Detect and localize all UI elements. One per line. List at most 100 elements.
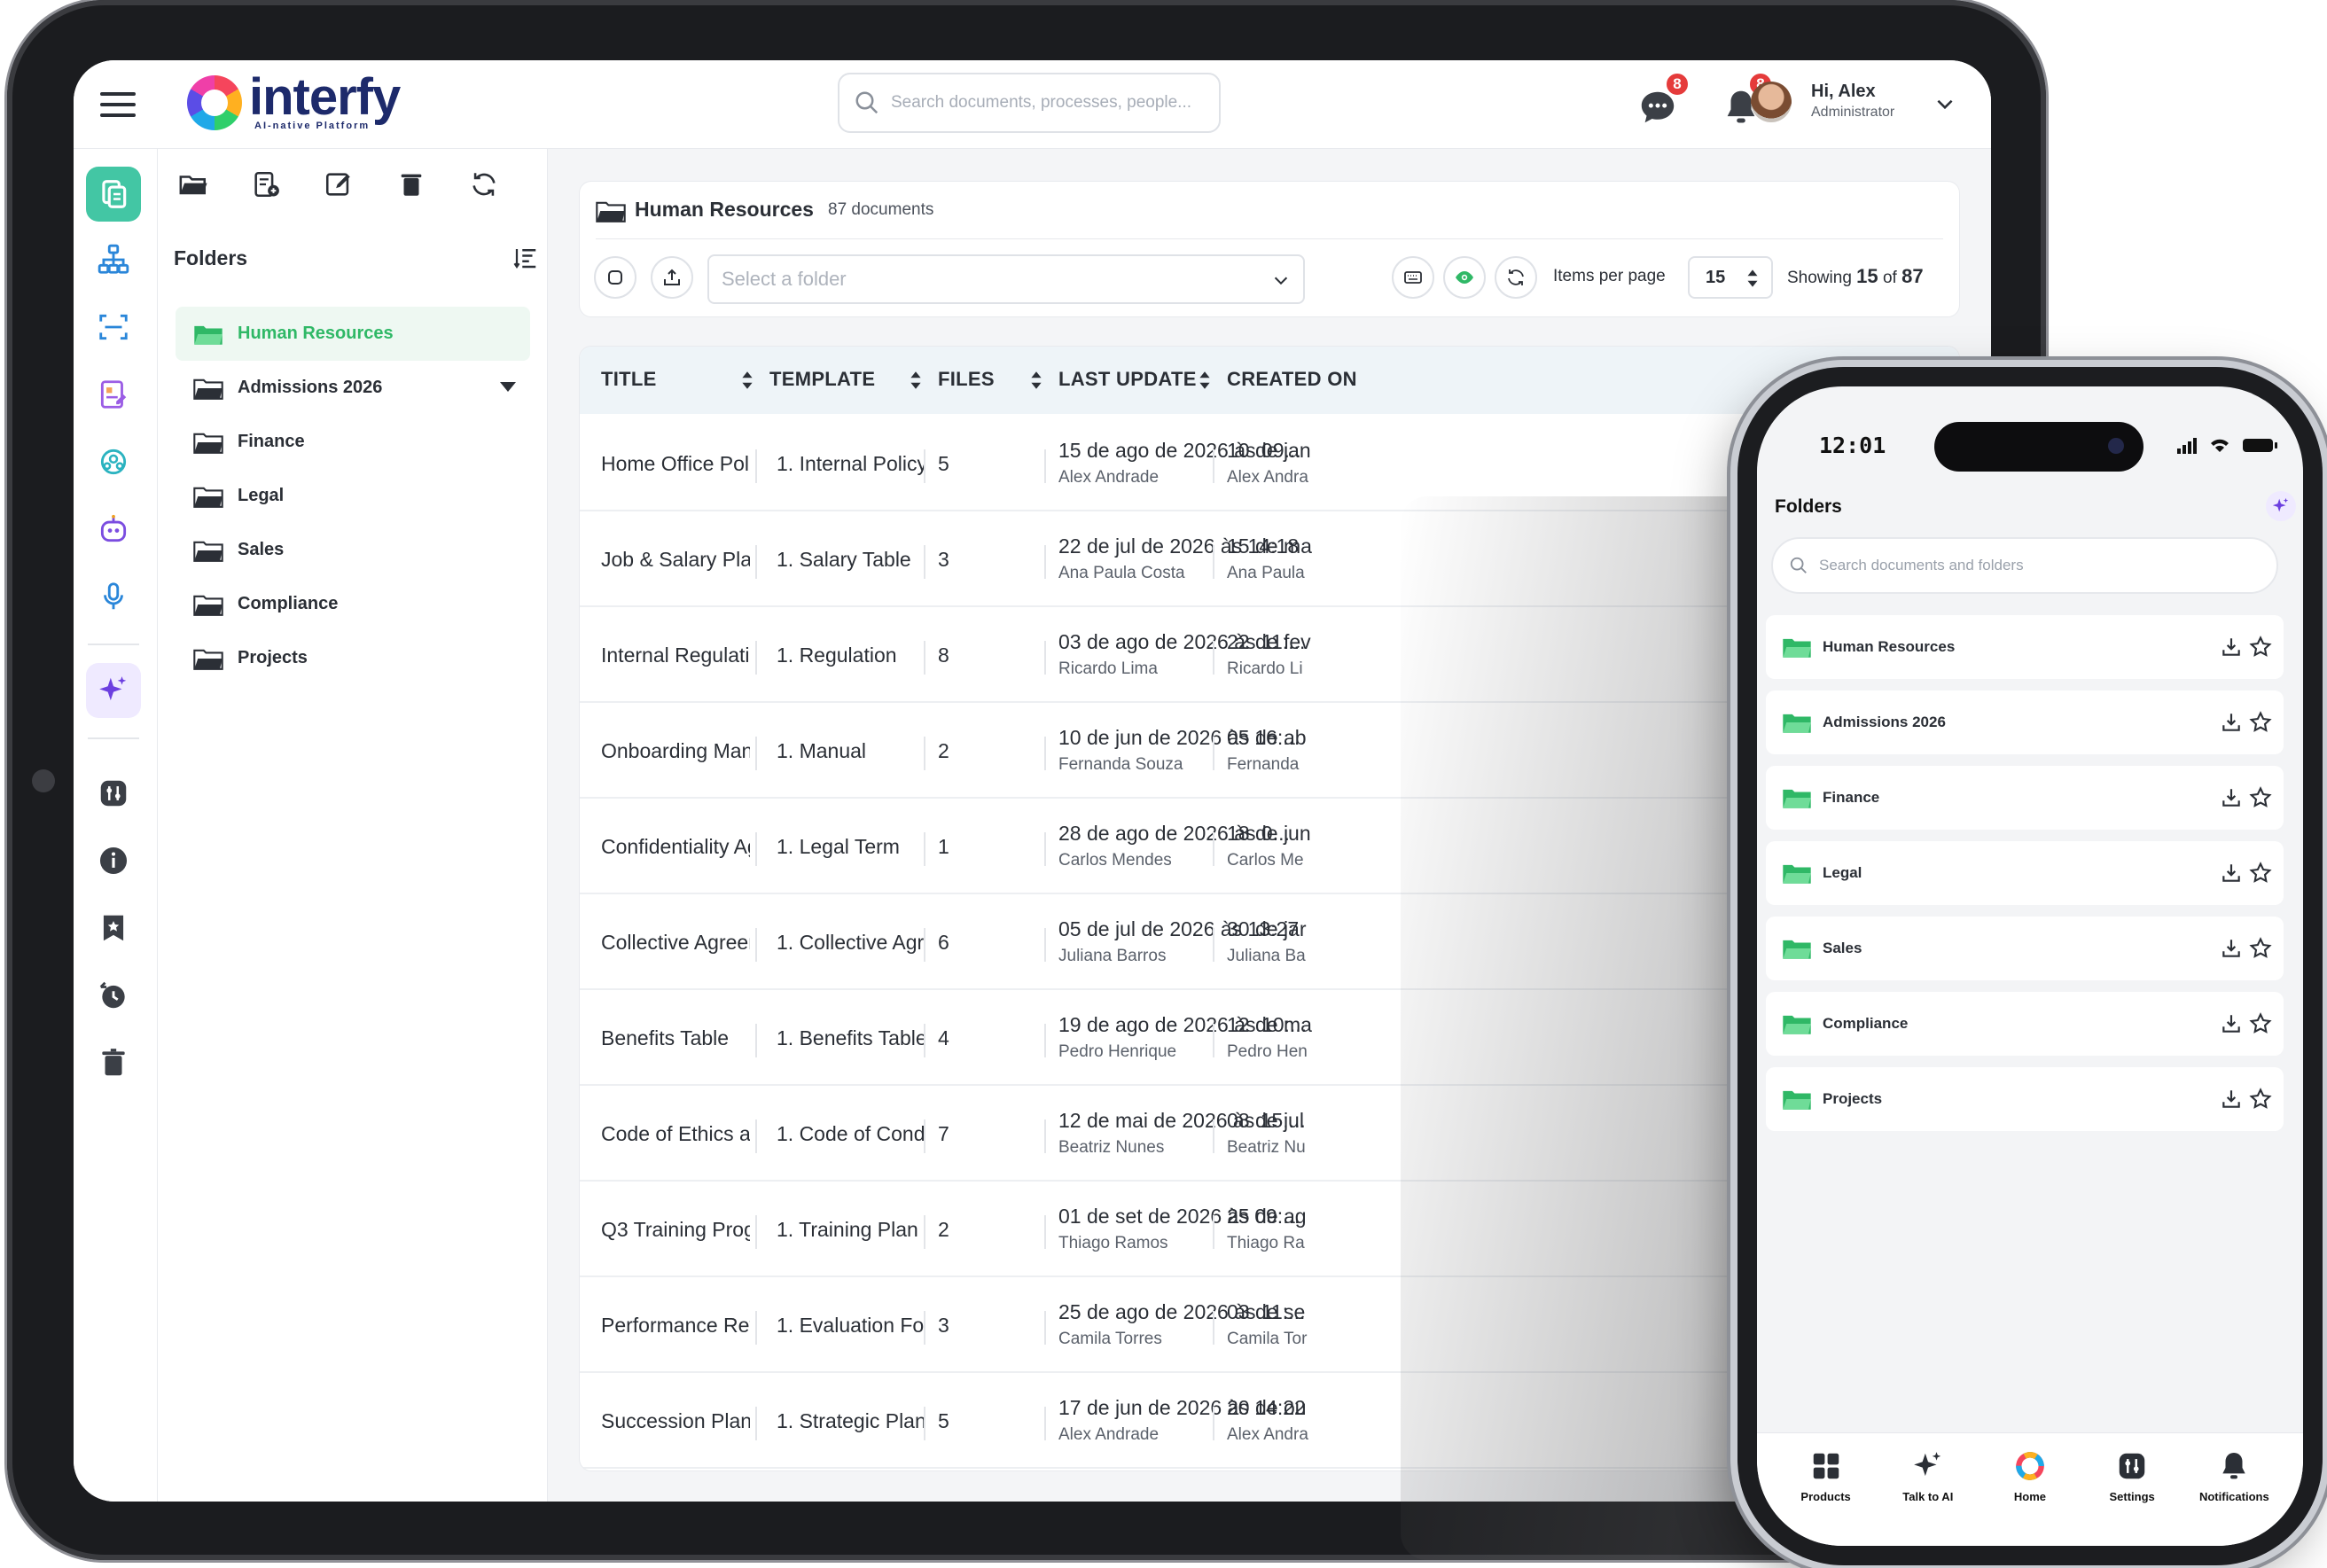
- info-icon[interactable]: [86, 833, 141, 888]
- folder-item-human-resources[interactable]: Human Resources: [176, 307, 530, 361]
- nav-products[interactable]: Products: [1782, 1449, 1870, 1546]
- folder-item-compliance[interactable]: Compliance: [176, 577, 530, 631]
- search-icon: [855, 91, 878, 114]
- star-icon[interactable]: [2248, 1087, 2273, 1112]
- sort-icon[interactable]: [1030, 370, 1042, 391]
- sort-icon[interactable]: [1199, 370, 1211, 391]
- avatar[interactable]: [1751, 82, 1792, 122]
- download-icon[interactable]: [2220, 937, 2243, 960]
- new-document-icon[interactable]: [248, 167, 284, 202]
- microphone-icon[interactable]: [86, 569, 141, 624]
- phone-folder-list: Human Resources Admissions 2026 Finance Leg…: [1766, 615, 2284, 1143]
- phone-folder-item[interactable]: Projects: [1766, 1067, 2284, 1131]
- download-icon[interactable]: [2220, 711, 2243, 734]
- history-icon[interactable]: [86, 968, 141, 1023]
- cell-last-update: 28 de ago de 2026 às 0... Carlos Mendes: [1058, 822, 1290, 870]
- star-icon[interactable]: [2248, 710, 2273, 735]
- keyboard-button[interactable]: [1392, 256, 1434, 299]
- update-user: Camila Torres: [1058, 1330, 1162, 1348]
- cell-divider: [924, 449, 925, 483]
- phone-folder-item[interactable]: Finance: [1766, 766, 2284, 830]
- download-icon[interactable]: [2220, 862, 2243, 885]
- column-template[interactable]: TEMPLATE: [769, 368, 875, 391]
- download-icon[interactable]: [2220, 1012, 2243, 1035]
- phone-folder-label: Sales: [1823, 940, 1862, 956]
- cell-divider: [1044, 928, 1046, 962]
- visibility-button[interactable]: [1443, 256, 1486, 299]
- cell-files: 3: [938, 547, 949, 571]
- phone-folder-item[interactable]: Compliance: [1766, 992, 2284, 1056]
- folder-item-legal[interactable]: Legal: [176, 469, 530, 523]
- ai-sparkle-button[interactable]: [2266, 491, 2296, 521]
- created-user: Beatriz Nu: [1227, 1138, 1306, 1157]
- logo[interactable]: interfy AI-native Platform: [187, 72, 401, 131]
- star-icon[interactable]: [2248, 1011, 2273, 1036]
- bot-icon[interactable]: [86, 502, 141, 557]
- chevron-down-icon[interactable]: [1933, 92, 1956, 115]
- column-files[interactable]: FILES: [938, 368, 995, 391]
- network-icon[interactable]: [86, 434, 141, 489]
- cell-divider: [1213, 641, 1214, 675]
- open-folder-icon[interactable]: [176, 167, 211, 202]
- refresh-button[interactable]: [1495, 256, 1537, 299]
- forms-icon[interactable]: [86, 367, 141, 422]
- update-date: 15 de ago de 2026 às 09...: [1058, 439, 1301, 462]
- items-per-page-select[interactable]: 15: [1688, 256, 1773, 299]
- phone-folder-item[interactable]: Human Resources: [1766, 615, 2284, 679]
- cell-title: Succession Plan - Board: [601, 1408, 750, 1432]
- update-user: Beatriz Nunes: [1058, 1138, 1165, 1157]
- ai-sparkle-icon[interactable]: [86, 663, 141, 718]
- phone-folder-item[interactable]: Legal: [1766, 841, 2284, 905]
- download-icon[interactable]: [2220, 786, 2243, 809]
- cell-title: Q3 Training Program: [601, 1217, 750, 1241]
- column-last-update[interactable]: LAST UPDATE: [1058, 368, 1197, 391]
- edit-icon[interactable]: [321, 167, 356, 202]
- global-search-input[interactable]: Search documents, processes, people...: [838, 73, 1221, 133]
- upload-button[interactable]: [651, 256, 693, 299]
- phone-folder-item[interactable]: Admissions 2026: [1766, 690, 2284, 754]
- download-icon[interactable]: [2220, 636, 2243, 659]
- nav-settings[interactable]: Settings: [2088, 1449, 2176, 1546]
- nav-home[interactable]: Home: [1986, 1449, 2074, 1546]
- upload-icon: [664, 269, 680, 285]
- bookmark-icon[interactable]: [86, 901, 141, 956]
- folder-item-finance[interactable]: Finance: [176, 415, 530, 469]
- chat-button[interactable]: 8: [1637, 71, 1691, 128]
- cell-divider: [1213, 449, 1214, 483]
- documents-icon[interactable]: [86, 167, 141, 222]
- phone-folder-item[interactable]: Sales: [1766, 917, 2284, 980]
- cell-divider: [924, 1407, 925, 1440]
- refresh-icon[interactable]: [466, 167, 502, 202]
- select-all-checkbox[interactable]: [594, 256, 636, 299]
- trash-icon[interactable]: [86, 1035, 141, 1090]
- created-user: Ana Paula: [1227, 564, 1305, 582]
- nav-talk-to-ai[interactable]: Talk to AI: [1884, 1449, 1972, 1546]
- folder-item-sales[interactable]: Sales: [176, 523, 530, 577]
- created-user: Juliana Ba: [1227, 947, 1306, 965]
- cell-created-on: 22 de fev Ricardo Li: [1227, 630, 1311, 679]
- folder-item-projects[interactable]: Projects: [176, 631, 530, 685]
- column-created-on[interactable]: CREATED ON: [1227, 368, 1357, 391]
- phone-search-input[interactable]: Search documents and folders: [1771, 537, 2278, 594]
- org-chart-icon[interactable]: [86, 232, 141, 287]
- star-icon[interactable]: [2248, 861, 2273, 885]
- sort-icon[interactable]: [741, 370, 754, 391]
- star-icon[interactable]: [2248, 785, 2273, 810]
- menu-icon[interactable]: [100, 92, 136, 117]
- star-icon[interactable]: [2248, 936, 2273, 961]
- settings-icon[interactable]: [86, 766, 141, 821]
- folder-icon: [1783, 864, 1811, 884]
- sort-icon[interactable]: [910, 370, 922, 391]
- nav-notifications[interactable]: Notifications: [2190, 1449, 2278, 1546]
- scan-icon[interactable]: [86, 300, 141, 355]
- trash-icon[interactable]: [394, 167, 429, 202]
- cell-template: 1. Salary Table: [777, 547, 911, 571]
- column-title[interactable]: TITLE: [601, 368, 657, 391]
- folder-item-admissions-2026[interactable]: Admissions 2026: [176, 361, 530, 415]
- expand-caret-icon[interactable]: [500, 382, 516, 392]
- folder-select[interactable]: Select a folder: [707, 254, 1305, 304]
- document-count: 87 documents: [828, 200, 934, 219]
- sort-list-icon[interactable]: [512, 245, 539, 271]
- download-icon[interactable]: [2220, 1088, 2243, 1111]
- star-icon[interactable]: [2248, 635, 2273, 659]
